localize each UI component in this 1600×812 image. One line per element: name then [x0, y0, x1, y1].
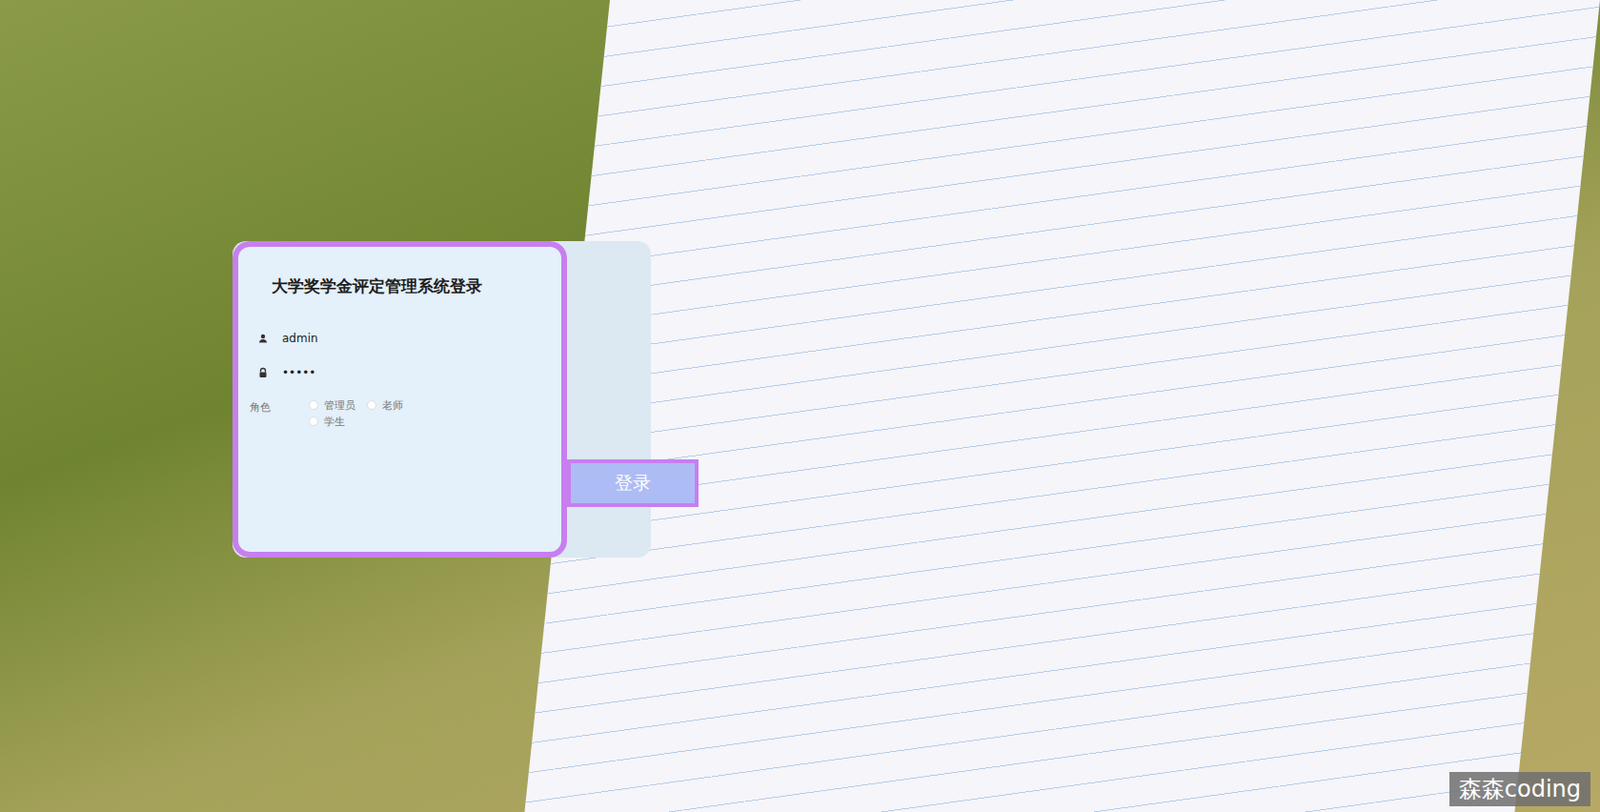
username-value: admin [282, 331, 319, 345]
role-row: 角色 管理员 老师 学生 [249, 398, 550, 429]
role-option-label: 学生 [324, 414, 345, 429]
role-option-label: 管理员 [324, 398, 356, 413]
watermark: 森森coding [1449, 771, 1591, 807]
background-notebook [524, 0, 1600, 812]
login-page: 大学奖学金评定管理系统登录 admin ••••• 角色 管理员 老师 学生 登… [0, 0, 1600, 812]
lock-icon [257, 366, 269, 379]
username-field[interactable]: admin [249, 324, 550, 353]
radio-icon [308, 416, 319, 426]
role-option[interactable]: 学生 [308, 414, 345, 429]
role-option[interactable]: 管理员 [308, 398, 356, 413]
radio-icon [308, 400, 319, 410]
login-title: 大学奖学金评定管理系统登录 [266, 275, 487, 298]
password-value: ••••• [282, 365, 316, 380]
user-icon [257, 332, 269, 345]
role-label: 角色 [249, 398, 271, 429]
login-button[interactable]: 登录 [567, 459, 699, 507]
role-options: 管理员 老师 学生 [308, 398, 433, 429]
password-field[interactable]: ••••• [249, 358, 550, 387]
login-card: 大学奖学金评定管理系统登录 admin ••••• 角色 管理员 老师 学生 [232, 241, 568, 558]
radio-icon [366, 400, 377, 410]
role-option[interactable]: 老师 [366, 398, 404, 413]
login-panel: 大学奖学金评定管理系统登录 admin ••••• 角色 管理员 老师 学生 登… [232, 241, 651, 558]
role-option-label: 老师 [382, 398, 404, 413]
